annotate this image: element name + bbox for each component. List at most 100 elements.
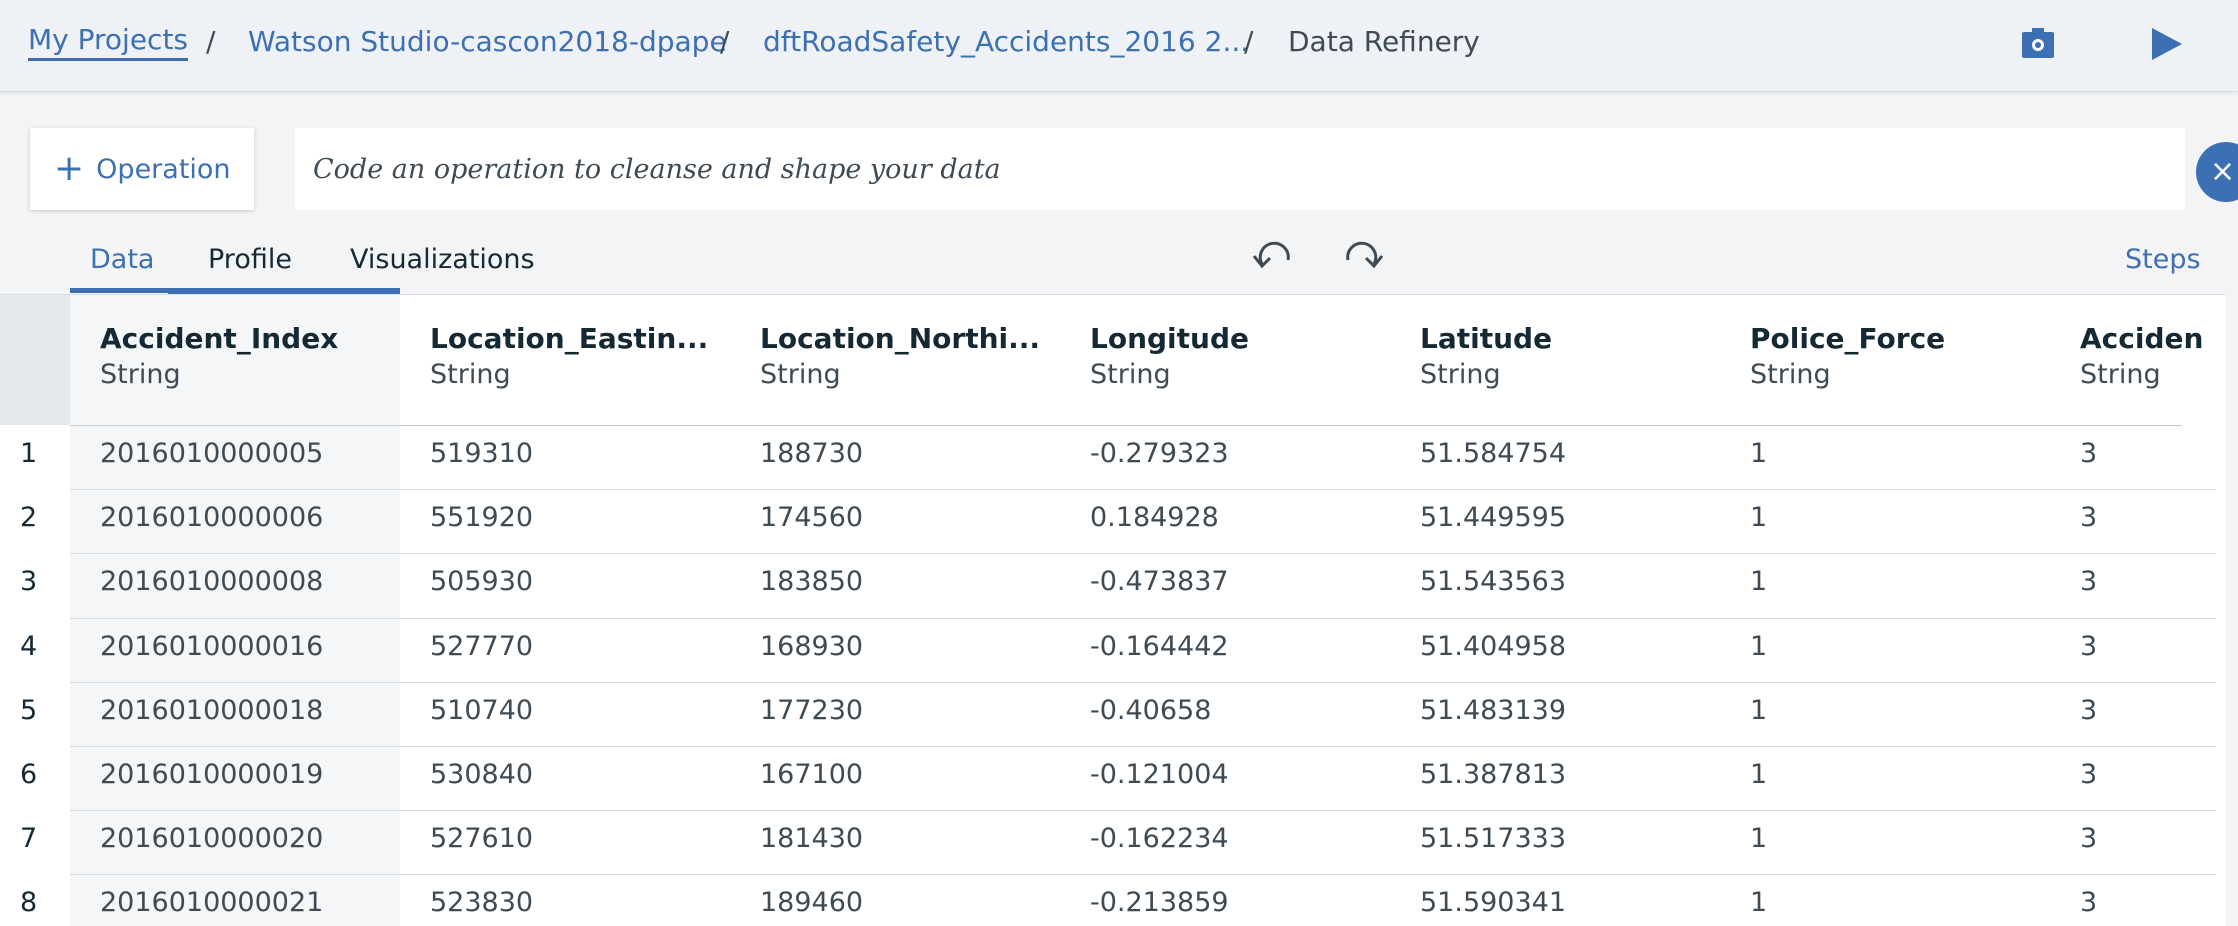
- column-header-longitude[interactable]: Longitude String: [1090, 321, 1249, 393]
- table-cell[interactable]: 51.543563: [1420, 564, 1566, 600]
- tab-profile[interactable]: Profile: [208, 240, 292, 280]
- add-operation-button[interactable]: + Operation: [30, 128, 254, 210]
- column-name: Acciden: [2080, 322, 2204, 355]
- breadcrumb-dataset[interactable]: dftRoadSafety_Accidents_2016 2...: [763, 22, 1249, 62]
- table-cell[interactable]: 0.184928: [1090, 500, 1219, 536]
- column-header-latitude[interactable]: Latitude String: [1420, 321, 1552, 393]
- breadcrumb-my-projects[interactable]: My Projects: [28, 22, 189, 61]
- table-cell[interactable]: 505930: [430, 564, 533, 600]
- row-number: 6: [20, 759, 38, 790]
- table-cell[interactable]: 51.590341: [1420, 885, 1566, 921]
- breadcrumb-separator: /: [1244, 25, 1254, 58]
- table-cell[interactable]: 51.404958: [1420, 629, 1566, 665]
- table-cell[interactable]: 2016010000006: [100, 500, 323, 536]
- table-cell[interactable]: 3: [2080, 500, 2097, 536]
- row-number: 5: [20, 694, 38, 726]
- close-icon[interactable]: ×: [2196, 142, 2238, 202]
- table-cell[interactable]: 2016010000018: [100, 693, 323, 729]
- table-cell[interactable]: 2016010000020: [100, 821, 323, 857]
- table-cell[interactable]: 1: [1750, 564, 1767, 600]
- table-cell[interactable]: 51.387813: [1420, 757, 1566, 793]
- table-cell[interactable]: 3: [2080, 436, 2097, 472]
- table-cell[interactable]: 1: [1750, 629, 1767, 665]
- tab-data[interactable]: Data: [90, 240, 154, 280]
- table-cell[interactable]: 183850: [760, 564, 863, 600]
- grid-right-edge: [2226, 294, 2238, 926]
- table-cell[interactable]: 3: [2080, 821, 2097, 857]
- tab-visualizations[interactable]: Visualizations: [350, 240, 535, 280]
- table-cell[interactable]: 1: [1750, 885, 1767, 921]
- table-cell[interactable]: 1: [1750, 757, 1767, 793]
- steps-toggle[interactable]: Steps: [2125, 240, 2201, 280]
- table-cell[interactable]: 523830: [430, 885, 533, 921]
- table-cell[interactable]: -0.279323: [1090, 436, 1229, 472]
- table-cell[interactable]: 1: [1750, 436, 1767, 472]
- row-number: 8: [20, 887, 38, 919]
- table-cell[interactable]: 551920: [430, 500, 533, 536]
- table-cell[interactable]: 527610: [430, 821, 533, 857]
- breadcrumb-project[interactable]: Watson Studio-cascon2018-dpape: [248, 22, 727, 62]
- column-name: Police_Force: [1750, 322, 1946, 355]
- column-type: String: [1090, 359, 1171, 390]
- table-cell[interactable]: 174560: [760, 500, 863, 536]
- table-cell[interactable]: -0.473837: [1090, 564, 1229, 600]
- table-cell[interactable]: 3: [2080, 885, 2097, 921]
- row-divider: [70, 489, 2216, 491]
- table-cell[interactable]: 3: [2080, 693, 2097, 729]
- table-cell[interactable]: 2016010000005: [100, 436, 323, 472]
- row-number: 3: [20, 566, 38, 598]
- table-cell[interactable]: 168930: [760, 629, 863, 665]
- table-cell[interactable]: -0.164442: [1090, 629, 1229, 665]
- table-cell[interactable]: 1: [1750, 821, 1767, 857]
- table-cell[interactable]: 189460: [760, 885, 863, 921]
- row-number: 7: [20, 823, 38, 855]
- undo-icon[interactable]: [1248, 230, 1300, 282]
- column-header-accident-index[interactable]: Accident_Index String: [100, 321, 338, 393]
- data-grid: Accident_Index String Location_Eastin...…: [0, 294, 2226, 926]
- redo-icon[interactable]: [1336, 230, 1388, 282]
- column-name: Accident_Index: [100, 322, 339, 355]
- column-type: String: [1420, 359, 1501, 390]
- table-cell[interactable]: 2016010000021: [100, 885, 323, 921]
- table-cell[interactable]: 2016010000008: [100, 564, 323, 600]
- table-cell[interactable]: 527770: [430, 629, 533, 665]
- table-cell[interactable]: -0.162234: [1090, 821, 1229, 857]
- row-number: 2: [20, 502, 38, 534]
- table-cell[interactable]: 2016010000019: [100, 757, 323, 793]
- run-play-icon[interactable]: [2146, 24, 2186, 64]
- table-cell[interactable]: -0.121004: [1090, 757, 1229, 793]
- row-number: 4: [20, 630, 38, 662]
- table-cell[interactable]: 51.483139: [1420, 693, 1566, 729]
- job-settings-icon[interactable]: [2018, 24, 2058, 64]
- table-cell[interactable]: 519310: [430, 436, 533, 472]
- table-cell[interactable]: 181430: [760, 821, 863, 857]
- table-cell[interactable]: 51.584754: [1420, 436, 1566, 472]
- table-cell[interactable]: 188730: [760, 436, 863, 472]
- code-operation-input[interactable]: Code an operation to cleanse and shape y…: [295, 128, 2185, 210]
- breadcrumb-current-page: Data Refinery: [1288, 25, 1480, 58]
- column-header-location-northing[interactable]: Location_Northi... String: [760, 321, 1040, 393]
- table-cell[interactable]: 1: [1750, 500, 1767, 536]
- table-cell[interactable]: -0.40658: [1090, 693, 1211, 729]
- top-bar: My Projects / Watson Studio-cascon2018-d…: [0, 0, 2238, 92]
- table-cell[interactable]: 510740: [430, 693, 533, 729]
- table-cell[interactable]: -0.213859: [1090, 885, 1229, 921]
- table-cell[interactable]: 167100: [760, 757, 863, 793]
- column-name: Longitude: [1090, 322, 1250, 355]
- add-operation-label: Operation: [96, 153, 231, 185]
- table-cell[interactable]: 3: [2080, 629, 2097, 665]
- table-cell[interactable]: 2016010000016: [100, 629, 323, 665]
- column-header-police-force[interactable]: Police_Force String: [1750, 321, 1945, 393]
- table-cell[interactable]: 1: [1750, 693, 1767, 729]
- table-cell[interactable]: 3: [2080, 564, 2097, 600]
- table-cell[interactable]: 51.517333: [1420, 821, 1566, 857]
- table-cell[interactable]: 3: [2080, 757, 2097, 793]
- column-header-accident-severity[interactable]: Acciden String: [2080, 321, 2203, 393]
- row-divider: [70, 746, 2216, 747]
- table-cell[interactable]: 530840: [430, 757, 533, 793]
- column-name: Location_Eastin...: [430, 322, 709, 355]
- table-cell[interactable]: 177230: [760, 693, 863, 729]
- breadcrumb-separator: /: [720, 25, 730, 58]
- table-cell[interactable]: 51.449595: [1420, 500, 1566, 536]
- column-header-location-easting[interactable]: Location_Eastin... String: [430, 321, 708, 393]
